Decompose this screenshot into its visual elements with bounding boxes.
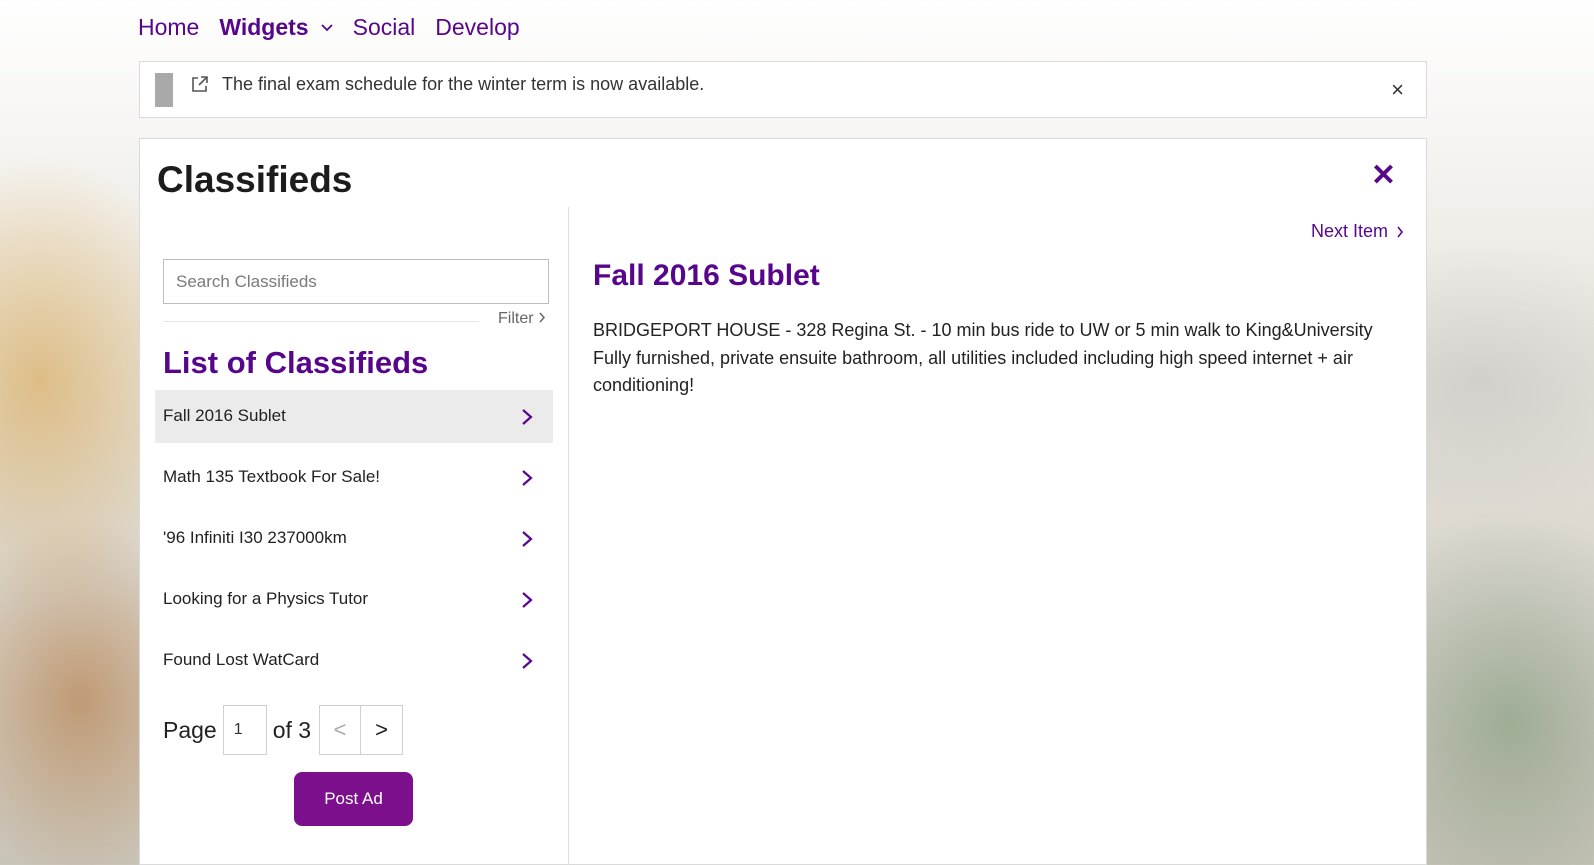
list-item-label: Looking for a Physics Tutor: [163, 589, 369, 608]
list-heading: List of Classifieds: [163, 345, 429, 380]
filter-label: Filter: [498, 310, 534, 327]
chevron-right-icon: [522, 531, 533, 547]
next-item-label: Next Item: [1310, 221, 1388, 241]
classifieds-panel: Classifieds ✕ Filter List of Classifieds…: [139, 138, 1427, 865]
list-item[interactable]: Math 135 Textbook For Sale!: [155, 451, 553, 504]
announcement-message: The final exam schedule for the winter t…: [222, 74, 705, 94]
next-item-link[interactable]: Next Item: [1311, 221, 1404, 242]
nav-widgets-label: Widgets: [219, 13, 309, 40]
chevron-right-icon: [522, 653, 533, 669]
list-item[interactable]: '96 Infiniti I30 237000km: [155, 512, 553, 565]
page-number-input[interactable]: [222, 705, 267, 755]
chevron-right-icon: [538, 310, 546, 327]
search-input[interactable]: [163, 259, 549, 304]
panel-title: Classifieds: [157, 159, 353, 200]
chevron-right-icon: [1397, 226, 1404, 237]
page-count-label: of 3: [272, 716, 312, 743]
chevron-right-icon: [522, 592, 533, 608]
chevron-right-icon: [522, 409, 533, 425]
filter-toggle[interactable]: Filter: [498, 310, 546, 328]
list-item[interactable]: Found Lost WatCard: [155, 634, 553, 687]
panel-close-button[interactable]: ✕: [1371, 161, 1396, 191]
filter-divider: [163, 321, 479, 322]
external-link-icon[interactable]: [190, 74, 210, 94]
nav-social[interactable]: Social: [353, 14, 416, 41]
next-page-button[interactable]: >: [361, 705, 404, 755]
announcement-close-button[interactable]: ×: [1391, 79, 1404, 101]
detail-body: BRIDGEPORT HOUSE - 328 Regina St. - 10 m…: [593, 320, 1373, 395]
column-divider: [568, 207, 569, 865]
list-item-label: Fall 2016 Sublet: [163, 406, 286, 425]
chevron-down-icon: [320, 19, 333, 35]
nav-develop[interactable]: Develop: [435, 14, 519, 41]
post-ad-button[interactable]: Post Ad: [294, 772, 413, 826]
list-item-label: Found Lost WatCard: [163, 650, 320, 669]
announcement-accent-bar: [155, 73, 173, 107]
detail-title: Fall 2016 Sublet: [593, 259, 820, 292]
nav-widgets[interactable]: Widgets: [219, 13, 333, 41]
pagination: Page of 3 < >: [163, 705, 404, 755]
announcement-banner: The final exam schedule for the winter t…: [139, 61, 1427, 118]
classifieds-list: Fall 2016 Sublet Math 135 Textbook For S…: [155, 390, 553, 695]
prev-page-button[interactable]: <: [319, 705, 362, 755]
list-item[interactable]: Looking for a Physics Tutor: [155, 573, 553, 626]
list-item-label: '96 Infiniti I30 237000km: [163, 528, 347, 547]
top-nav: Home Widgets Social Develop: [138, 10, 520, 44]
page-label: Page: [163, 716, 217, 743]
list-item-label: Math 135 Textbook For Sale!: [163, 467, 381, 486]
chevron-right-icon: [522, 470, 533, 486]
list-item[interactable]: Fall 2016 Sublet: [155, 390, 553, 443]
nav-home[interactable]: Home: [138, 14, 199, 41]
